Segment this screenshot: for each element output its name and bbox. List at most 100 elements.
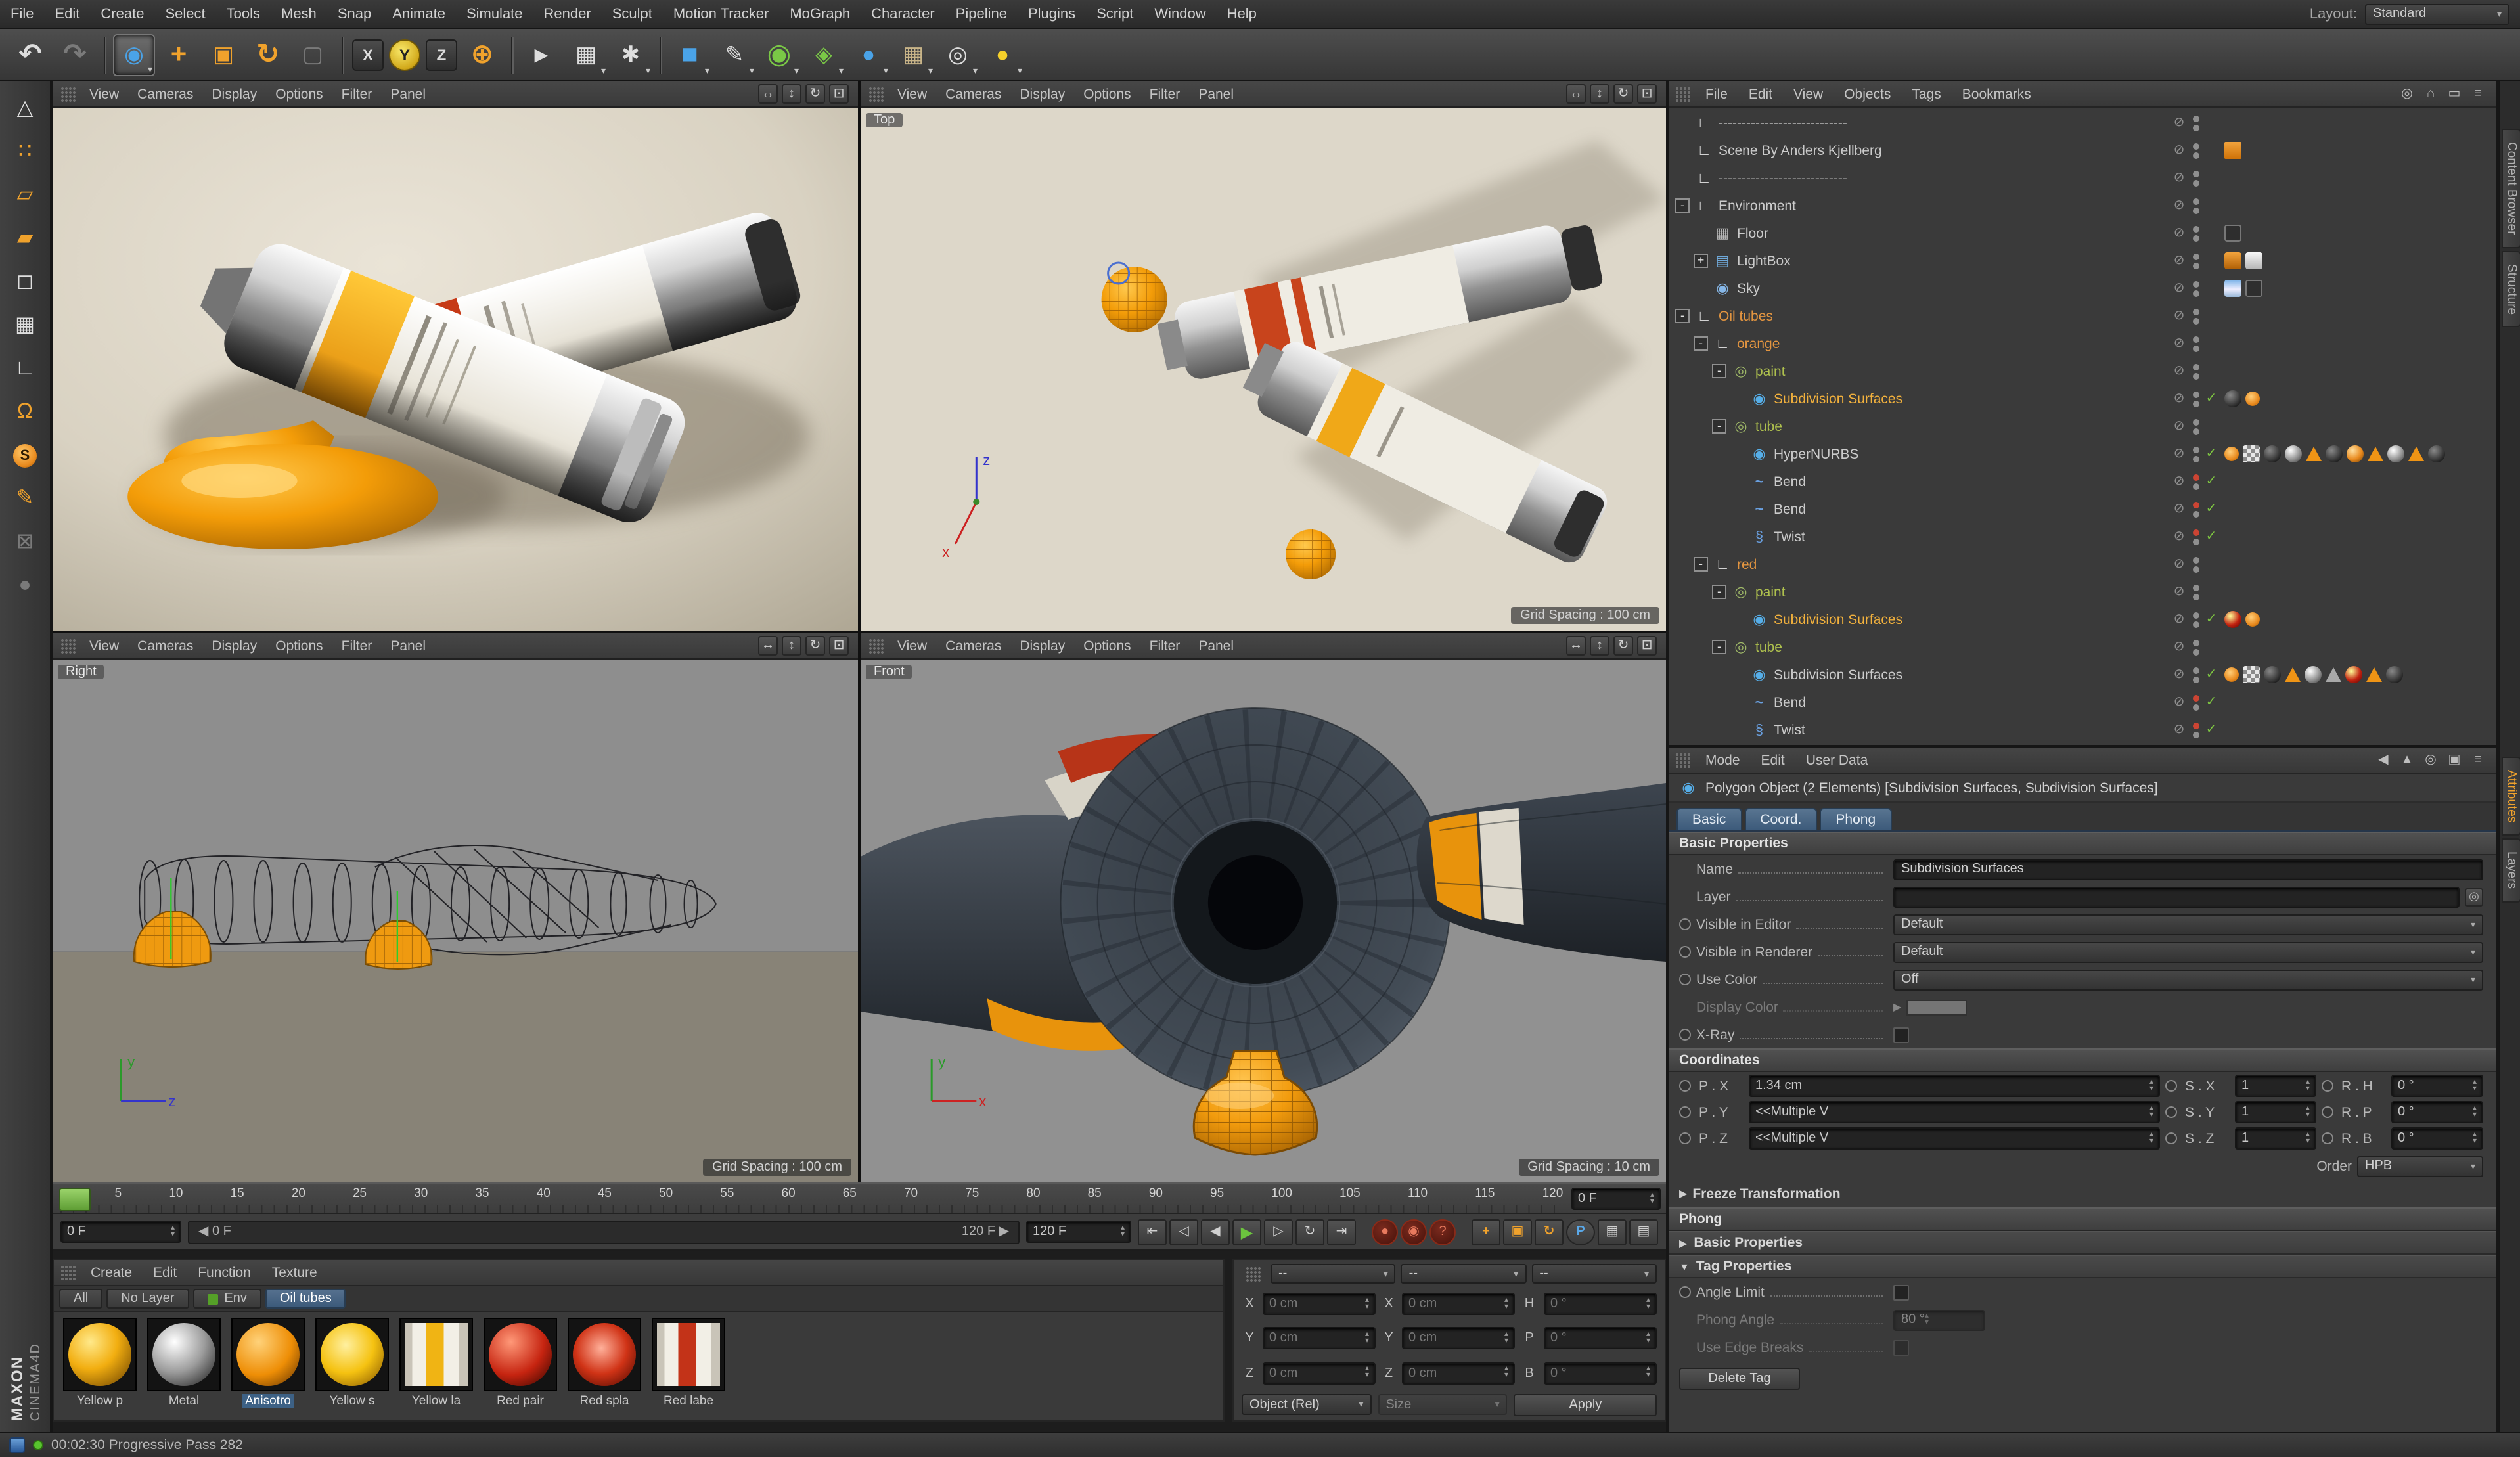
menu-sculpt[interactable]: Sculpt <box>602 6 663 22</box>
stepper[interactable]: ▴ ▾ <box>1646 1331 1650 1345</box>
enabled-check-icon[interactable]: ✓ <box>2202 695 2220 709</box>
minimize-icon[interactable]: ▭ <box>2445 87 2464 101</box>
menu-pipeline[interactable]: Pipeline <box>945 6 1018 22</box>
tree-row[interactable]: ∟ ---------------------------- ⊘ <box>1669 109 2496 137</box>
viewport-menu-display[interactable]: Display <box>202 638 266 654</box>
renderer-visibility-dot[interactable] <box>2192 290 2199 296</box>
rotate-view-icon[interactable]: ↻ <box>805 636 825 656</box>
object-menu-objects[interactable]: Objects <box>1834 86 1901 102</box>
frame-range-slider[interactable]: ◀ 0 F 120 F ▶ <box>188 1220 1020 1244</box>
sphere-black-tag-icon[interactable] <box>2326 445 2343 462</box>
editor-visibility-dot[interactable] <box>2192 391 2199 397</box>
menu-window[interactable]: Window <box>1144 6 1216 22</box>
enabled-check-icon[interactable]: ✓ <box>2202 392 2220 406</box>
polygons-mode-button[interactable]: ▰ <box>5 219 45 259</box>
note-tag-icon[interactable] <box>2224 142 2241 159</box>
pan-view-icon[interactable]: ↔ <box>758 84 778 104</box>
dock-tab-layers[interactable]: Layers <box>2502 838 2520 903</box>
editor-visibility-dot[interactable] <box>2192 363 2199 370</box>
renderer-visibility-dot[interactable] <box>2192 593 2199 600</box>
stepper[interactable]: ▴ ▾ <box>2473 1078 2477 1092</box>
layer-toggle-icon[interactable]: ⊘ <box>2169 143 2189 158</box>
material-yellow-s[interactable]: Yellow s <box>313 1318 392 1408</box>
tree-row[interactable]: ◉ HyperNURBS ⊘ ✓ <box>1669 440 2496 468</box>
stepper[interactable]: ▴ ▾ <box>1504 1366 1508 1380</box>
layer-input[interactable] <box>1893 886 2460 907</box>
editor-visibility-dot[interactable] <box>2192 336 2199 342</box>
material-red-pair[interactable]: Red pair <box>481 1318 560 1408</box>
back-icon[interactable]: ◀ <box>2374 753 2393 767</box>
visibility-dots[interactable] <box>2189 584 2202 600</box>
anim-dot-icon[interactable] <box>2165 1080 2177 1092</box>
anim-dot-icon[interactable] <box>1679 946 1691 958</box>
panel-menu-icon[interactable]: ≡ <box>2469 753 2487 767</box>
visibility-dots[interactable] <box>2189 198 2202 213</box>
anim-dot-icon[interactable] <box>1679 1029 1691 1041</box>
tex-white-tag-icon[interactable] <box>2245 252 2262 269</box>
menu-render[interactable]: Render <box>533 6 602 22</box>
collapse-icon[interactable]: - <box>1694 336 1708 351</box>
toggle-view-icon[interactable]: ⊡ <box>1637 84 1657 104</box>
renderer-visibility-dot[interactable] <box>2192 124 2199 131</box>
attribute-menu-edit[interactable]: Edit <box>1751 752 1795 768</box>
renderer-visibility-dot[interactable] <box>2192 262 2199 269</box>
anim-dot-icon[interactable] <box>1679 918 1691 930</box>
stepper[interactable]: ▴ ▾ <box>1650 1191 1654 1205</box>
next-frame-button[interactable]: ▷ <box>1264 1219 1293 1245</box>
stepper[interactable]: ▴ ▾ <box>2149 1078 2153 1092</box>
rotate-view-icon[interactable]: ↻ <box>805 84 825 104</box>
panel-grip-icon[interactable] <box>60 86 76 102</box>
stepper[interactable]: ▴ ▾ <box>1365 1366 1369 1380</box>
checker-tag-icon[interactable] <box>2243 666 2260 683</box>
redo-button[interactable]: ↷ <box>54 34 96 76</box>
stepper[interactable]: ▴ ▾ <box>2473 1104 2477 1119</box>
menu-create[interactable]: Create <box>90 6 154 22</box>
coord-size-field[interactable]: 0 cm ▴ ▾ <box>1402 1293 1515 1316</box>
coord-size-field[interactable]: 0 cm ▴ ▾ <box>1402 1327 1515 1350</box>
sphere-black-tag-icon[interactable] <box>2428 445 2445 462</box>
renderer-visibility-dot[interactable] <box>2192 428 2199 434</box>
tree-row[interactable]: - ∟ Oil tubes ⊘ <box>1669 302 2496 330</box>
add-environment-button[interactable]: ▦ ▾ <box>892 34 934 76</box>
viewport-menu-options[interactable]: Options <box>1074 638 1140 654</box>
tri-orange-tag-icon[interactable] <box>2285 667 2301 682</box>
texture-mode-button[interactable]: ▦ <box>5 306 45 346</box>
scale-field[interactable]: 1 ▴ ▾ <box>2235 1075 2316 1097</box>
top-canvas[interactable]: z x Top Grid Spacing : 100 cm <box>861 108 1666 631</box>
goto-start-button[interactable]: ⇤ <box>1138 1219 1167 1245</box>
tree-row[interactable]: ◉ Subdivision Surfaces ⊘ ✓ <box>1669 385 2496 413</box>
tex-sky-tag-icon[interactable] <box>2224 280 2241 297</box>
enabled-check-icon[interactable]: ✓ <box>2202 474 2220 489</box>
frame-field[interactable]: 0 F ▴ ▾ <box>60 1221 181 1243</box>
editor-visibility-dot[interactable] <box>2192 474 2199 480</box>
viewport-menu-panel[interactable]: Panel <box>1189 86 1243 102</box>
position-field[interactable]: 1.34 cm ▴ ▾ <box>1749 1075 2160 1097</box>
object-mode-dropdown[interactable]: Object (Rel) ▾ <box>1242 1394 1372 1415</box>
editor-visibility-dot[interactable] <box>2192 722 2199 728</box>
render-settings-button[interactable]: ✱ ▾ <box>610 34 652 76</box>
expand-icon[interactable]: ▶ <box>1679 1188 1687 1199</box>
collapse-icon[interactable]: - <box>1694 557 1708 572</box>
anim-dot-icon[interactable] <box>2322 1106 2333 1118</box>
sphere-black-tag-icon[interactable] <box>2264 445 2281 462</box>
stepper[interactable]: ▴ ▾ <box>171 1224 175 1238</box>
visibility-dots[interactable] <box>2189 501 2202 517</box>
viewport-menu-cameras[interactable]: Cameras <box>128 638 202 654</box>
visibility-dots[interactable] <box>2189 639 2202 655</box>
enabled-check-icon[interactable]: ✓ <box>2202 667 2220 682</box>
object-menu-edit[interactable]: Edit <box>1738 86 1783 102</box>
lock-button[interactable]: ⊠ <box>5 523 45 562</box>
layer-toggle-icon[interactable]: ⊘ <box>2169 640 2189 654</box>
viewport-menu-cameras[interactable]: Cameras <box>936 638 1010 654</box>
object-menu-file[interactable]: File <box>1695 86 1738 102</box>
workplane-button[interactable]: ∟ <box>5 349 45 389</box>
anim-dot-icon[interactable] <box>2322 1132 2333 1144</box>
add-camera-button[interactable]: ◎ ▾ <box>937 34 979 76</box>
tree-row[interactable]: § Twist ⊘ ✓ <box>1669 716 2496 744</box>
rotation-field[interactable]: 0 ° ▴ ▾ <box>2391 1101 2483 1123</box>
rotation-field[interactable]: 0 ° ▴ ▾ <box>2391 1075 2483 1097</box>
render-picture-viewer-button[interactable]: ▦ ▾ <box>565 34 607 76</box>
play-button[interactable]: ▶ <box>1232 1219 1261 1245</box>
visibility-dots[interactable] <box>2189 694 2202 710</box>
panel-grip-icon[interactable] <box>1675 86 1691 102</box>
